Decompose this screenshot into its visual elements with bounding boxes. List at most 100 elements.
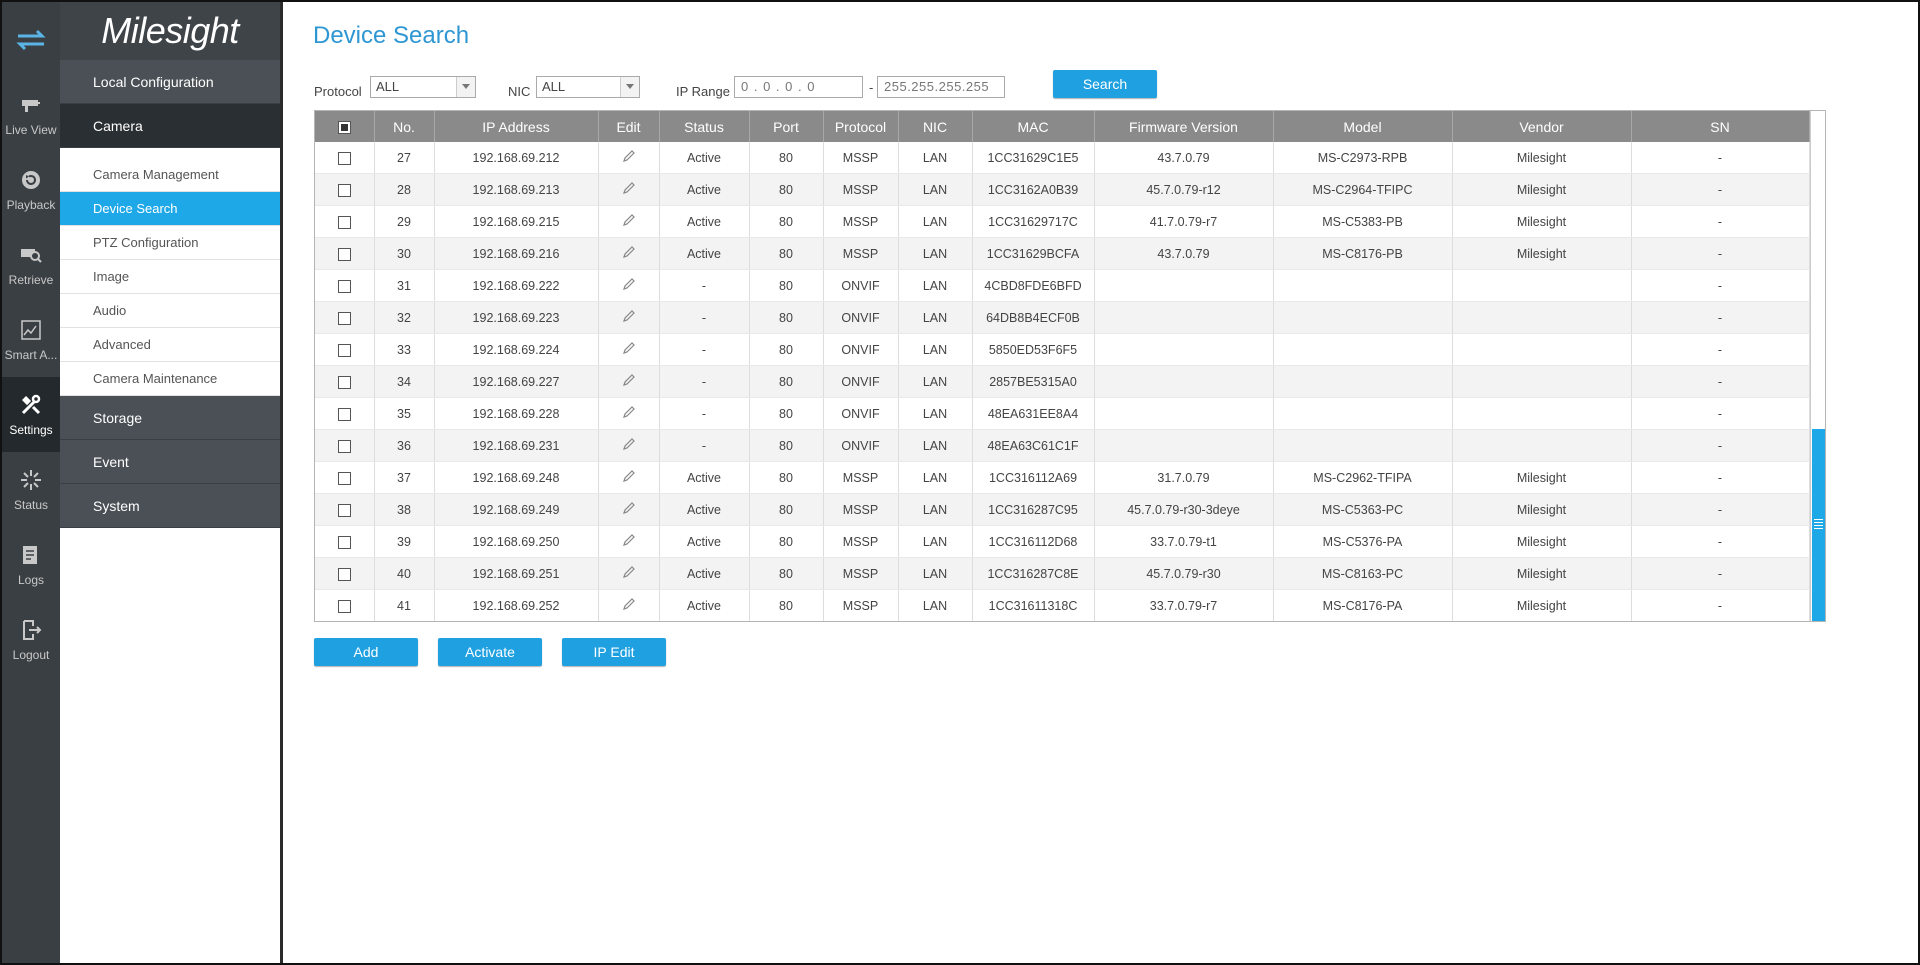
cell-nic: LAN [898,397,973,430]
column-header: SN [1631,111,1810,142]
submenu-device-search[interactable]: Device Search [60,192,280,226]
edit-pencil-icon[interactable] [598,269,660,302]
protocol-select[interactable]: ALL [370,76,476,98]
brand-logo: Milesight [60,2,280,60]
select-all-checkbox[interactable] [315,111,375,142]
rail-logout[interactable]: Logout [2,602,60,677]
cell-sn: - [1631,589,1810,621]
submenu-audio[interactable]: Audio [60,294,280,328]
table-scrollbar[interactable] [1810,111,1825,621]
cell-no: 28 [374,173,435,206]
ip-edit-button[interactable]: IP Edit [562,638,666,666]
cell-firmware: 41.7.0.79 [1094,622,1273,623]
edit-pencil-icon[interactable] [598,142,660,174]
row-checkbox[interactable] [315,237,375,270]
cell-port: 80 [749,622,823,623]
cell-ip-address: 192.168.69.212 [434,142,599,174]
menu-local-configuration[interactable]: Local Configuration [60,60,280,104]
rail-playback[interactable]: Playback [2,152,60,227]
add-button[interactable]: Add [314,638,418,666]
edit-pencil-icon[interactable] [598,557,660,590]
submenu-image[interactable]: Image [60,260,280,294]
cell-model [1273,333,1453,366]
menu-storage[interactable]: Storage [60,396,280,440]
edit-pencil-icon[interactable] [598,333,660,366]
cell-ip-address: 192.168.69.222 [434,269,599,302]
edit-pencil-icon[interactable] [598,429,660,462]
row-checkbox[interactable] [315,622,374,623]
cell-protocol: MSSP [823,461,899,494]
menu-event[interactable]: Event [60,440,280,484]
row-checkbox[interactable] [315,269,375,302]
cell-firmware [1094,333,1274,366]
rail-logs[interactable]: Logs [2,527,60,602]
edit-pencil-icon[interactable] [598,525,660,558]
activate-button[interactable]: Activate [438,638,542,666]
edit-pencil-icon[interactable] [598,301,660,334]
cell-ip-address: 192.168.69.223 [434,301,599,334]
edit-pencil-icon[interactable] [598,237,660,270]
cell-model: MS-C5376-PA [1273,525,1453,558]
cell-model: MS-C8176-PA [1273,589,1453,621]
rail-status[interactable]: Status [2,452,60,527]
row-checkbox[interactable] [315,461,375,494]
edit-pencil-icon[interactable] [598,622,659,623]
row-checkbox[interactable] [315,301,375,334]
menu-camera[interactable]: Camera [60,104,280,148]
table-row: 27 192.168.69.212 Active 80 MSSP LAN 1CC31629C… [315,142,1810,174]
edit-pencil-icon[interactable] [598,461,660,494]
edit-pencil-icon[interactable] [598,589,660,621]
cell-vendor: Milesight [1452,142,1632,174]
cell-sn: - [1631,429,1810,462]
submenu-camera-maintenance[interactable]: Camera Maintenance [60,362,280,396]
row-checkbox[interactable] [315,397,375,430]
nic-select[interactable]: ALL [536,76,640,98]
edit-pencil-icon[interactable] [598,205,660,238]
row-checkbox[interactable] [315,365,375,398]
submenu-camera-management[interactable]: Camera Management [60,158,280,192]
cell-protocol: MSSP [823,173,899,206]
cell-nic: LAN [898,205,973,238]
cell-model: MS-C8176-PB [1273,237,1453,270]
submenu-ptz-configuration[interactable]: PTZ Configuration [60,226,280,260]
row-checkbox[interactable] [315,589,375,621]
rail-smart-analysis[interactable]: Smart A... [2,302,60,377]
row-checkbox[interactable] [315,493,375,526]
ip-range-end-input[interactable]: 255.255.255.255 [877,76,1005,98]
edit-pencil-icon[interactable] [598,365,660,398]
row-checkbox[interactable] [315,173,375,206]
table-header-row: No. IP Address Edit Status Port Protocol… [315,111,1810,142]
submenu-advanced[interactable]: Advanced [60,328,280,362]
rail-retrieve[interactable]: Retrieve [2,227,60,302]
menu-system[interactable]: System [60,484,280,528]
cell-no: 33 [374,333,435,366]
rail-settings[interactable]: Settings [2,377,60,452]
scrollbar-thumb[interactable] [1812,429,1825,621]
cell-protocol: MSSP [823,525,899,558]
ip-range-start-input[interactable]: 0 . 0 . 0 . 0 [734,76,863,98]
row-checkbox[interactable] [315,557,375,590]
row-checkbox[interactable] [315,525,375,558]
cell-port: 80 [749,589,824,621]
nic-label: NIC [508,84,531,99]
cell-protocol: MSSP [823,557,899,590]
edit-pencil-icon[interactable] [598,493,660,526]
search-button[interactable]: Search [1053,70,1157,98]
cell-nic: LAN [898,493,973,526]
cell-port: 80 [749,142,824,174]
live-view-icon [22,99,40,112]
row-checkbox[interactable] [315,429,375,462]
column-header: Model [1273,111,1453,142]
cell-firmware: 43.7.0.79 [1094,142,1274,174]
cell-no: 40 [374,557,435,590]
rail-live-view[interactable]: Live View [2,77,60,152]
cell-vendor: Milesight [1452,461,1632,494]
edit-pencil-icon[interactable] [598,173,660,206]
row-checkbox[interactable] [315,205,375,238]
menu-toggle-button[interactable] [2,2,60,77]
edit-pencil-icon[interactable] [598,397,660,430]
cell-sn: - [1631,269,1810,302]
cell-ip-address: 192.168.69.250 [434,525,599,558]
row-checkbox[interactable] [315,333,375,366]
row-checkbox[interactable] [315,142,375,174]
